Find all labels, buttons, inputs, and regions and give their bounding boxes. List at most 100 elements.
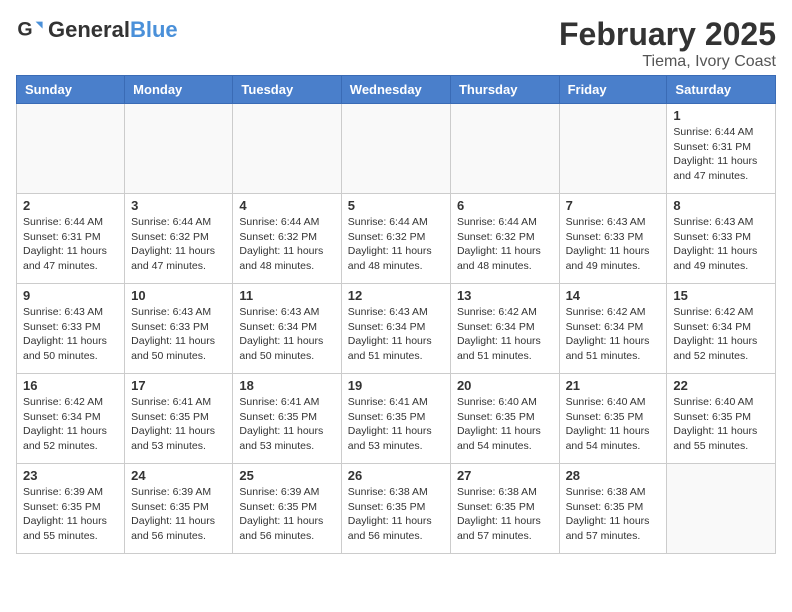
- day-number: 3: [131, 198, 226, 213]
- calendar-cell: 7 Sunrise: 6:43 AM Sunset: 6:33 PM Daylig…: [559, 194, 667, 284]
- day-number: 1: [673, 108, 769, 123]
- week-row-5: 23 Sunrise: 6:39 AM Sunset: 6:35 PM Dayli…: [17, 464, 776, 554]
- calendar-cell: 28 Sunrise: 6:38 AM Sunset: 6:35 PM Dayli…: [559, 464, 667, 554]
- day-number: 2: [23, 198, 118, 213]
- weekday-header-thursday: Thursday: [450, 76, 559, 104]
- logo-icon: G: [16, 16, 44, 44]
- calendar-cell: 2 Sunrise: 6:44 AM Sunset: 6:31 PM Daylig…: [17, 194, 125, 284]
- day-info: Sunrise: 6:43 AM Sunset: 6:33 PM Dayligh…: [566, 215, 661, 274]
- day-info: Sunrise: 6:43 AM Sunset: 6:33 PM Dayligh…: [23, 305, 118, 364]
- day-number: 18: [239, 378, 334, 393]
- calendar-cell: 27Sunrise: 6:38 AM Sunset: 6:35 PM Dayli…: [450, 464, 559, 554]
- day-info: Sunrise: 6:43 AM Sunset: 6:34 PM Dayligh…: [348, 305, 444, 364]
- day-info: Sunrise: 6:38 AM Sunset: 6:35 PM Dayligh…: [348, 485, 444, 544]
- day-number: 13: [457, 288, 553, 303]
- day-number: 12: [348, 288, 444, 303]
- calendar-cell: [667, 464, 776, 554]
- day-number: 9: [23, 288, 118, 303]
- svg-text:G: G: [17, 19, 32, 41]
- day-info: Sunrise: 6:44 AM Sunset: 6:32 PM Dayligh…: [348, 215, 444, 274]
- day-number: 28: [566, 468, 661, 483]
- weekday-header-monday: Monday: [125, 76, 233, 104]
- day-number: 23: [23, 468, 118, 483]
- calendar-cell: 25Sunrise: 6:39 AM Sunset: 6:35 PM Dayli…: [233, 464, 341, 554]
- day-number: 27: [457, 468, 553, 483]
- day-info: Sunrise: 6:44 AM Sunset: 6:32 PM Dayligh…: [457, 215, 553, 274]
- week-row-3: 9 Sunrise: 6:43 AM Sunset: 6:33 PM Daylig…: [17, 284, 776, 374]
- calendar-cell: [17, 104, 125, 194]
- week-row-1: 1 Sunrise: 6:44 AM Sunset: 6:31 PM Daylig…: [17, 104, 776, 194]
- day-info: Sunrise: 6:41 AM Sunset: 6:35 PM Dayligh…: [348, 395, 444, 454]
- day-number: 7: [566, 198, 661, 213]
- calendar-cell: 4 Sunrise: 6:44 AM Sunset: 6:32 PM Daylig…: [233, 194, 341, 284]
- day-number: 4: [239, 198, 334, 213]
- day-info: Sunrise: 6:42 AM Sunset: 6:34 PM Dayligh…: [457, 305, 553, 364]
- calendar-cell: [559, 104, 667, 194]
- calendar-cell: 10 Sunrise: 6:43 AM Sunset: 6:33 PM Dayli…: [125, 284, 233, 374]
- day-info: Sunrise: 6:44 AM Sunset: 6:31 PM Dayligh…: [673, 125, 769, 184]
- day-info: Sunrise: 6:38 AM Sunset: 6:35 PM Dayligh…: [566, 485, 661, 544]
- location-title: Tiema, Ivory Coast: [559, 53, 776, 71]
- calendar-cell: 23 Sunrise: 6:39 AM Sunset: 6:35 PM Dayli…: [17, 464, 125, 554]
- day-number: 17: [131, 378, 226, 393]
- calendar-cell: 16 Sunrise: 6:42 AM Sunset: 6:34 PM Dayli…: [17, 374, 125, 464]
- calendar-cell: 19 Sunrise: 6:41 AM Sunset: 6:35 PM Dayli…: [341, 374, 450, 464]
- calendar-cell: 11 Sunrise: 6:43 AM Sunset: 6:34 PM Dayli…: [233, 284, 341, 374]
- day-info: Sunrise: 6:44 AM Sunset: 6:31 PM Dayligh…: [23, 215, 118, 274]
- weekday-header-tuesday: Tuesday: [233, 76, 341, 104]
- calendar-cell: 14 Sunrise: 6:42 AM Sunset: 6:34 PM Dayli…: [559, 284, 667, 374]
- calendar-cell: 24Sunrise: 6:39 AM Sunset: 6:35 PM Dayli…: [125, 464, 233, 554]
- day-number: 21: [566, 378, 661, 393]
- weekday-header-saturday: Saturday: [667, 76, 776, 104]
- day-info: Sunrise: 6:42 AM Sunset: 6:34 PM Dayligh…: [23, 395, 118, 454]
- day-info: Sunrise: 6:40 AM Sunset: 6:35 PM Dayligh…: [673, 395, 769, 454]
- title-area: February 2025 Tiema, Ivory Coast: [559, 16, 776, 71]
- day-number: 8: [673, 198, 769, 213]
- calendar-cell: 21 Sunrise: 6:40 AM Sunset: 6:35 PM Dayli…: [559, 374, 667, 464]
- page-header: G GeneralBlue February 2025 Tiema, Ivory…: [16, 16, 776, 71]
- logo-text-general: General: [48, 17, 130, 42]
- day-info: Sunrise: 6:39 AM Sunset: 6:35 PM Dayligh…: [23, 485, 118, 544]
- calendar-cell: 18 Sunrise: 6:41 AM Sunset: 6:35 PM Dayli…: [233, 374, 341, 464]
- day-number: 26: [348, 468, 444, 483]
- calendar-cell: 8 Sunrise: 6:43 AM Sunset: 6:33 PM Daylig…: [667, 194, 776, 284]
- day-number: 5: [348, 198, 444, 213]
- calendar-cell: 6 Sunrise: 6:44 AM Sunset: 6:32 PM Daylig…: [450, 194, 559, 284]
- day-info: Sunrise: 6:43 AM Sunset: 6:33 PM Dayligh…: [131, 305, 226, 364]
- calendar-cell: 15 Sunrise: 6:42 AM Sunset: 6:34 PM Dayli…: [667, 284, 776, 374]
- week-row-4: 16 Sunrise: 6:42 AM Sunset: 6:34 PM Dayli…: [17, 374, 776, 464]
- day-number: 20: [457, 378, 553, 393]
- day-number: 10: [131, 288, 226, 303]
- calendar-cell: 13 Sunrise: 6:42 AM Sunset: 6:34 PM Dayli…: [450, 284, 559, 374]
- calendar-cell: [233, 104, 341, 194]
- calendar-cell: 17 Sunrise: 6:41 AM Sunset: 6:35 PM Dayli…: [125, 374, 233, 464]
- day-info: Sunrise: 6:39 AM Sunset: 6:35 PM Dayligh…: [239, 485, 334, 544]
- day-info: Sunrise: 6:40 AM Sunset: 6:35 PM Dayligh…: [566, 395, 661, 454]
- calendar-cell: 9 Sunrise: 6:43 AM Sunset: 6:33 PM Daylig…: [17, 284, 125, 374]
- day-info: Sunrise: 6:43 AM Sunset: 6:34 PM Dayligh…: [239, 305, 334, 364]
- day-info: Sunrise: 6:41 AM Sunset: 6:35 PM Dayligh…: [239, 395, 334, 454]
- day-info: Sunrise: 6:40 AM Sunset: 6:35 PM Dayligh…: [457, 395, 553, 454]
- calendar-cell: 5 Sunrise: 6:44 AM Sunset: 6:32 PM Daylig…: [341, 194, 450, 284]
- day-info: Sunrise: 6:42 AM Sunset: 6:34 PM Dayligh…: [566, 305, 661, 364]
- day-number: 16: [23, 378, 118, 393]
- day-number: 6: [457, 198, 553, 213]
- calendar-cell: 12 Sunrise: 6:43 AM Sunset: 6:34 PM Dayli…: [341, 284, 450, 374]
- calendar-cell: [450, 104, 559, 194]
- day-number: 15: [673, 288, 769, 303]
- week-row-2: 2 Sunrise: 6:44 AM Sunset: 6:31 PM Daylig…: [17, 194, 776, 284]
- day-info: Sunrise: 6:41 AM Sunset: 6:35 PM Dayligh…: [131, 395, 226, 454]
- day-info: Sunrise: 6:43 AM Sunset: 6:33 PM Dayligh…: [673, 215, 769, 274]
- weekday-header-wednesday: Wednesday: [341, 76, 450, 104]
- day-number: 14: [566, 288, 661, 303]
- month-title: February 2025: [559, 16, 776, 53]
- day-info: Sunrise: 6:44 AM Sunset: 6:32 PM Dayligh…: [239, 215, 334, 274]
- calendar-cell: 1 Sunrise: 6:44 AM Sunset: 6:31 PM Daylig…: [667, 104, 776, 194]
- day-number: 24: [131, 468, 226, 483]
- calendar-cell: 22 Sunrise: 6:40 AM Sunset: 6:35 PM Dayli…: [667, 374, 776, 464]
- weekday-header-row: SundayMondayTuesdayWednesdayThursdayFrid…: [17, 76, 776, 104]
- day-number: 22: [673, 378, 769, 393]
- day-info: Sunrise: 6:42 AM Sunset: 6:34 PM Dayligh…: [673, 305, 769, 364]
- day-number: 19: [348, 378, 444, 393]
- day-number: 11: [239, 288, 334, 303]
